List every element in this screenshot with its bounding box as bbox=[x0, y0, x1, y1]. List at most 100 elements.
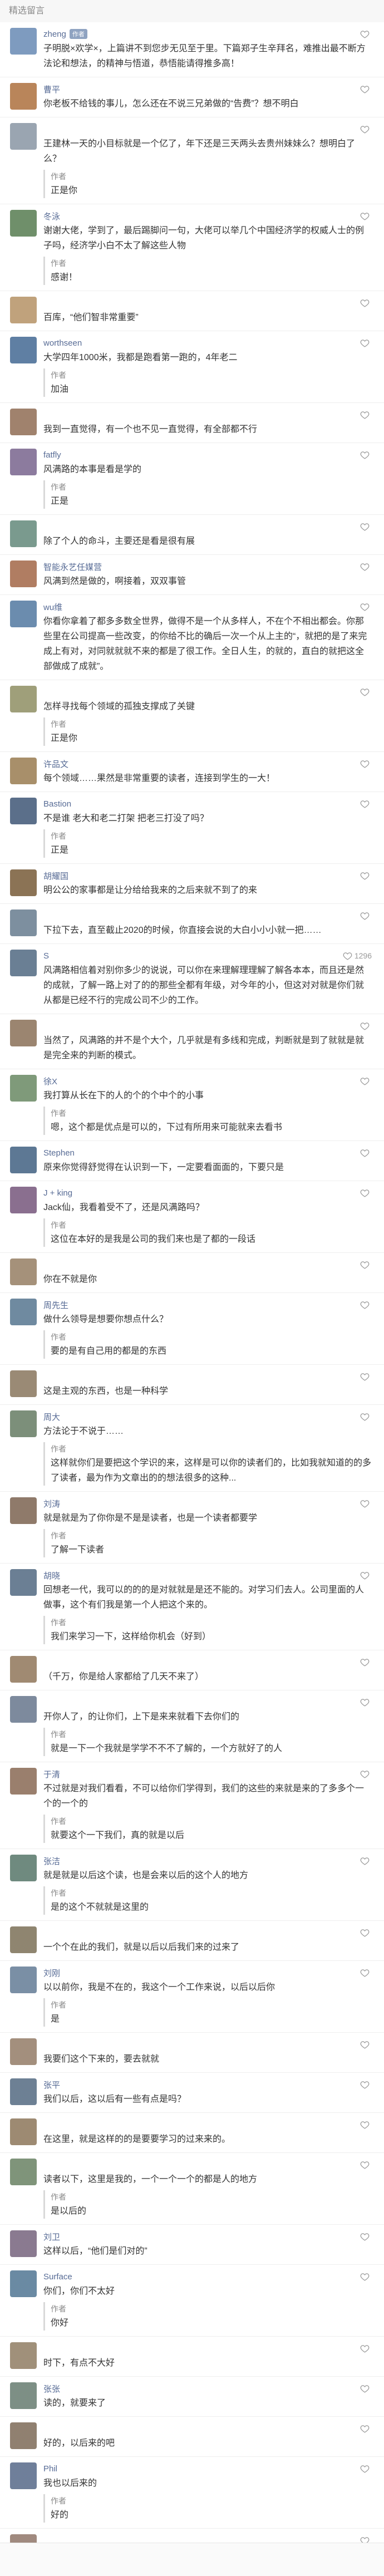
commenter-name[interactable]: S bbox=[43, 951, 49, 961]
commenter-name[interactable]: 冬泳 bbox=[43, 210, 60, 222]
like-button[interactable] bbox=[360, 2272, 372, 2282]
like-button[interactable] bbox=[360, 1769, 372, 1779]
commenter-name[interactable]: J + king bbox=[43, 1188, 72, 1198]
commenter-name[interactable]: fatfly bbox=[43, 450, 61, 460]
avatar[interactable] bbox=[10, 601, 37, 627]
like-button[interactable] bbox=[360, 1968, 372, 1978]
like-button[interactable] bbox=[360, 85, 372, 94]
avatar[interactable] bbox=[10, 1696, 37, 1723]
avatar[interactable] bbox=[10, 409, 37, 435]
commenter-name[interactable]: Surface bbox=[43, 2272, 72, 2282]
commenter-name[interactable]: 胡耀国 bbox=[43, 870, 68, 882]
commenter-name[interactable]: 于清 bbox=[43, 1768, 60, 1780]
like-button[interactable] bbox=[360, 2160, 372, 2170]
avatar[interactable] bbox=[10, 520, 37, 547]
avatar[interactable] bbox=[10, 2382, 37, 2409]
commenter-name[interactable]: worthseen bbox=[43, 338, 82, 348]
avatar[interactable] bbox=[10, 449, 37, 475]
like-button[interactable] bbox=[360, 338, 372, 348]
commenter-name[interactable]: 智能永艺任媒营 bbox=[43, 561, 102, 573]
like-button[interactable] bbox=[360, 1076, 372, 1086]
like-button[interactable] bbox=[360, 2344, 372, 2353]
avatar[interactable] bbox=[10, 2462, 37, 2489]
commenter-name[interactable]: zheng bbox=[43, 30, 66, 39]
commenter-name[interactable]: 周先生 bbox=[43, 1299, 68, 1311]
like-button[interactable] bbox=[360, 1928, 372, 1938]
like-button[interactable] bbox=[360, 1499, 372, 1508]
avatar[interactable] bbox=[10, 1926, 37, 1953]
like-button[interactable] bbox=[360, 1698, 372, 1707]
avatar[interactable] bbox=[10, 1410, 37, 1437]
avatar[interactable] bbox=[10, 2159, 37, 2185]
commenter-name[interactable]: Bastion bbox=[43, 799, 71, 809]
like-button[interactable] bbox=[360, 2384, 372, 2393]
avatar[interactable] bbox=[10, 337, 37, 363]
avatar[interactable] bbox=[10, 83, 37, 110]
commenter-name[interactable]: wu维 bbox=[43, 601, 62, 613]
like-button[interactable] bbox=[360, 1188, 372, 1198]
avatar[interactable] bbox=[10, 2422, 37, 2449]
avatar[interactable] bbox=[10, 1967, 37, 1993]
avatar[interactable] bbox=[10, 1370, 37, 1397]
avatar[interactable] bbox=[10, 950, 37, 976]
like-button[interactable] bbox=[360, 1260, 372, 1270]
avatar[interactable] bbox=[10, 1020, 37, 1046]
like-button[interactable] bbox=[360, 799, 372, 809]
avatar[interactable] bbox=[10, 2118, 37, 2145]
commenter-name[interactable]: 徐X bbox=[43, 1075, 57, 1087]
avatar[interactable] bbox=[10, 2270, 37, 2297]
like-button[interactable] bbox=[360, 1300, 372, 1310]
like-button[interactable] bbox=[360, 2464, 372, 2474]
like-button[interactable] bbox=[360, 1571, 372, 1580]
like-button[interactable] bbox=[360, 2424, 372, 2434]
commenter-name[interactable]: Phil bbox=[43, 2464, 57, 2474]
avatar[interactable] bbox=[10, 2342, 37, 2369]
commenter-name[interactable]: 曹平 bbox=[43, 83, 60, 95]
avatar[interactable] bbox=[10, 869, 37, 896]
avatar[interactable] bbox=[10, 1768, 37, 1795]
like-button[interactable] bbox=[360, 1148, 372, 1158]
commenter-name[interactable]: 周大 bbox=[43, 1411, 60, 1423]
avatar[interactable] bbox=[10, 686, 37, 712]
like-button[interactable] bbox=[360, 212, 372, 221]
like-button[interactable] bbox=[360, 2120, 372, 2130]
like-button[interactable] bbox=[360, 1372, 372, 1382]
commenter-name[interactable]: 张张 bbox=[43, 2383, 60, 2395]
like-button[interactable] bbox=[360, 30, 372, 39]
like-button[interactable] bbox=[360, 2232, 372, 2241]
like-button[interactable] bbox=[360, 687, 372, 697]
avatar[interactable] bbox=[10, 1258, 37, 1285]
avatar[interactable] bbox=[10, 1497, 37, 1524]
commenter-name[interactable]: Stephen bbox=[43, 1148, 75, 1158]
like-button[interactable] bbox=[360, 562, 372, 572]
avatar[interactable] bbox=[10, 561, 37, 587]
avatar[interactable] bbox=[10, 1147, 37, 1173]
like-button[interactable] bbox=[360, 759, 372, 769]
avatar[interactable] bbox=[10, 297, 37, 323]
like-button[interactable] bbox=[360, 125, 372, 134]
like-button[interactable] bbox=[360, 1658, 372, 1667]
like-button[interactable]: 1296 bbox=[343, 951, 372, 961]
like-button[interactable] bbox=[360, 602, 372, 612]
avatar[interactable] bbox=[10, 2078, 37, 2105]
like-button[interactable] bbox=[360, 2080, 372, 2090]
like-button[interactable] bbox=[360, 298, 372, 308]
avatar[interactable] bbox=[10, 28, 37, 55]
like-button[interactable] bbox=[360, 450, 372, 460]
avatar[interactable] bbox=[10, 1299, 37, 1325]
like-button[interactable] bbox=[360, 1021, 372, 1031]
avatar[interactable] bbox=[10, 798, 37, 824]
avatar[interactable] bbox=[10, 758, 37, 784]
avatar[interactable] bbox=[10, 2038, 37, 2065]
avatar[interactable] bbox=[10, 1569, 37, 1596]
commenter-name[interactable]: 刘涛 bbox=[43, 1498, 60, 1510]
like-button[interactable] bbox=[360, 1856, 372, 1866]
commenter-name[interactable]: 张平 bbox=[43, 2079, 60, 2091]
commenter-name[interactable]: 刘卫 bbox=[43, 2231, 60, 2243]
avatar[interactable] bbox=[10, 1855, 37, 1881]
avatar[interactable] bbox=[10, 910, 37, 936]
avatar[interactable] bbox=[10, 123, 37, 150]
like-button[interactable] bbox=[360, 2040, 372, 2049]
like-button[interactable] bbox=[360, 911, 372, 921]
like-button[interactable] bbox=[360, 522, 372, 532]
